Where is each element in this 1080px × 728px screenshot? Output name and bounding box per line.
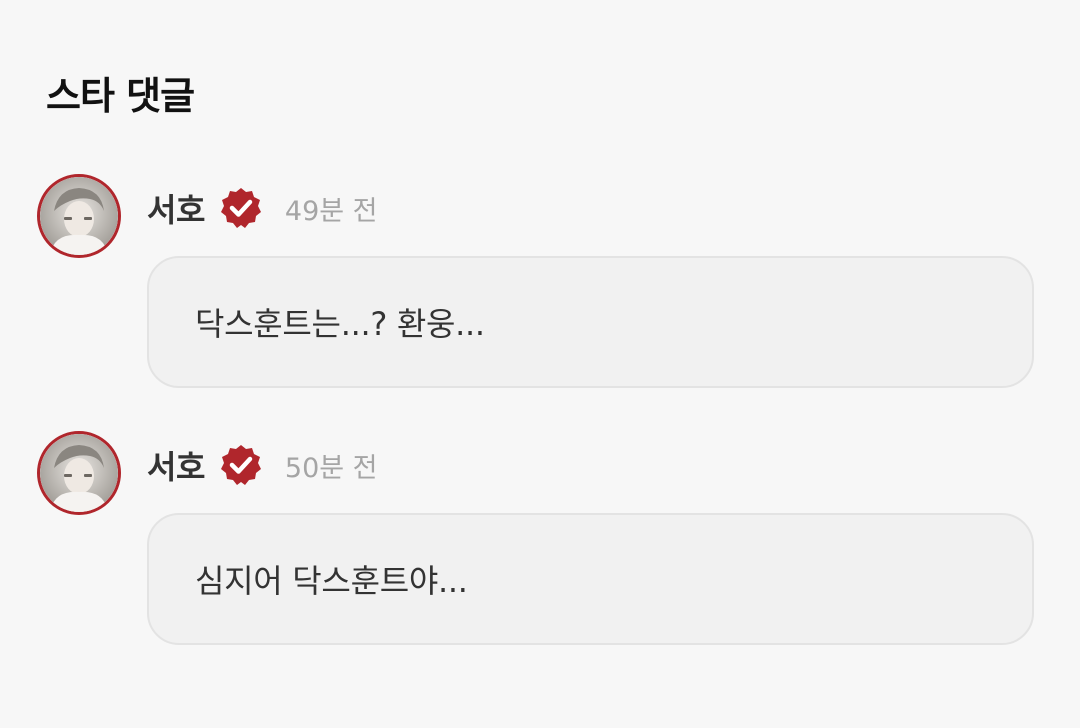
avatar-photo: [40, 434, 118, 512]
author-name[interactable]: 서호: [147, 185, 205, 231]
comment-header: 서호 49분 전: [147, 182, 378, 234]
comment-timestamp: 50분 전: [284, 452, 378, 484]
section-title: 스타 댓글: [46, 74, 195, 118]
avatar[interactable]: [37, 174, 121, 258]
comment-bubble: 심지어 닥스훈트야...: [147, 513, 1034, 645]
comment-text: 심지어 닥스훈트야...: [195, 562, 468, 600]
comment-bubble: 닥스훈트는...? 환웅...: [147, 256, 1034, 388]
comment-header: 서호 50분 전: [147, 439, 378, 491]
author-name[interactable]: 서호: [147, 442, 205, 488]
verified-badge-icon: [219, 186, 263, 230]
avatar-photo: [40, 177, 118, 255]
comment-timestamp: 49분 전: [284, 195, 378, 227]
comment-text: 닥스훈트는...? 환웅...: [195, 305, 485, 343]
verified-badge-icon: [219, 443, 263, 487]
avatar[interactable]: [37, 431, 121, 515]
